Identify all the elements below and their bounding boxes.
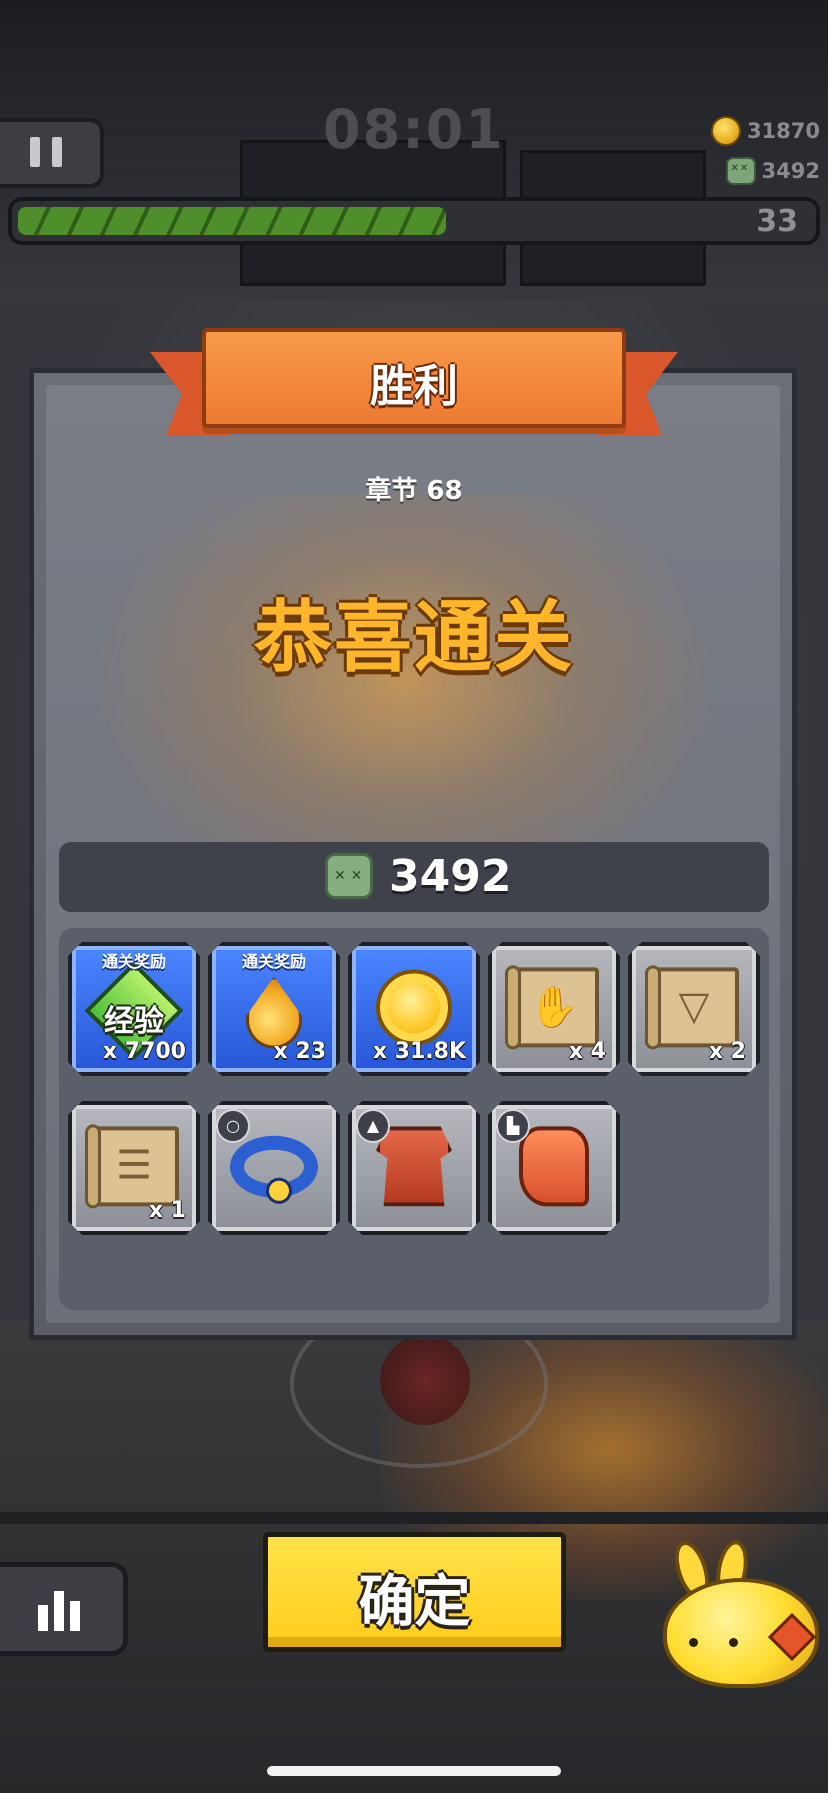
wave-progress-fill: [18, 207, 446, 235]
background-wheel-core: [380, 1335, 470, 1425]
stats-icon: [54, 1591, 64, 1631]
kill-summary-bar: 3492: [59, 842, 769, 912]
confirm-label: 确定: [358, 1570, 471, 1635]
confirm-button[interactable]: 确定: [263, 1532, 566, 1652]
xp-label: 经验: [104, 1004, 164, 1039]
reward-slot-gold-drop[interactable]: 通关奖励 x 23: [208, 942, 340, 1076]
gold-drop-icon: [246, 977, 302, 1049]
mascot-eye: [689, 1638, 698, 1647]
ribbon-body: 胜利: [202, 328, 626, 428]
gold-coin-icon: [376, 969, 452, 1045]
skull-icon: [725, 157, 756, 185]
gold-counter: 31870: [710, 114, 820, 148]
glove-scroll-icon: ✋: [509, 967, 599, 1047]
reward-slot-armor-scroll[interactable]: ☰ x 1: [68, 1101, 200, 1235]
armor-equipment-icon: [376, 1126, 452, 1206]
collar-equipment-icon: [230, 1136, 318, 1198]
boot-type-icon: ▙: [496, 1109, 530, 1143]
boot-equipment-icon: [519, 1126, 589, 1206]
necklace-scroll-icon: ▽: [649, 967, 739, 1047]
reward-qty: x 2: [708, 1039, 746, 1064]
reward-tag: 通关奖励: [241, 952, 306, 971]
kill-summary-value: 3492: [389, 851, 512, 902]
mascot-eye: [729, 1638, 738, 1647]
armor-scroll-icon: ☰: [89, 1126, 179, 1206]
background-rail: [0, 1512, 828, 1524]
gold-value: 31870: [746, 119, 820, 143]
wave-progress-bar: 33: [8, 197, 820, 245]
game-timer: 08:01: [323, 98, 505, 161]
reward-slot-collar[interactable]: ○: [208, 1101, 340, 1235]
reward-tag: 通关奖励: [101, 952, 166, 971]
reward-slot-xp[interactable]: 通关奖励 经验 x 7700: [68, 942, 200, 1076]
reward-slot-armor[interactable]: ▲: [348, 1101, 480, 1235]
reward-qty: x 7700: [102, 1039, 186, 1064]
reward-slot-glove-scroll[interactable]: ✋ x 4: [488, 942, 620, 1076]
reward-qty: x 23: [273, 1039, 326, 1064]
reward-slot-boot[interactable]: ▙: [488, 1101, 620, 1235]
congrats-headline: 恭喜通关: [253, 593, 574, 683]
kill-value: 3492: [761, 159, 820, 183]
reward-qty: x 4: [568, 1039, 606, 1064]
title-ribbon: 胜利: [150, 328, 678, 448]
armor-type-icon: ▲: [356, 1109, 390, 1143]
bunny-mascot: [655, 1536, 823, 1690]
skull-icon: [325, 853, 373, 899]
reward-slot-gold-coin[interactable]: x 31.8K: [348, 942, 480, 1076]
chapter-label: 章节 68: [365, 476, 463, 506]
kill-counter: 3492: [725, 154, 820, 188]
dialog-title: 胜利: [370, 361, 458, 412]
stats-button[interactable]: [0, 1562, 128, 1656]
collar-type-icon: ○: [216, 1109, 250, 1143]
home-indicator[interactable]: [267, 1766, 561, 1776]
stats-icon: [38, 1605, 48, 1631]
wave-level: 33: [756, 204, 798, 239]
reward-qty: x 31.8K: [372, 1039, 466, 1064]
reward-qty: x 1: [148, 1198, 186, 1223]
coin-icon: [710, 116, 741, 146]
stats-icon: [70, 1601, 80, 1631]
reward-slot-necklace-scroll[interactable]: ▽ x 2: [628, 942, 760, 1076]
